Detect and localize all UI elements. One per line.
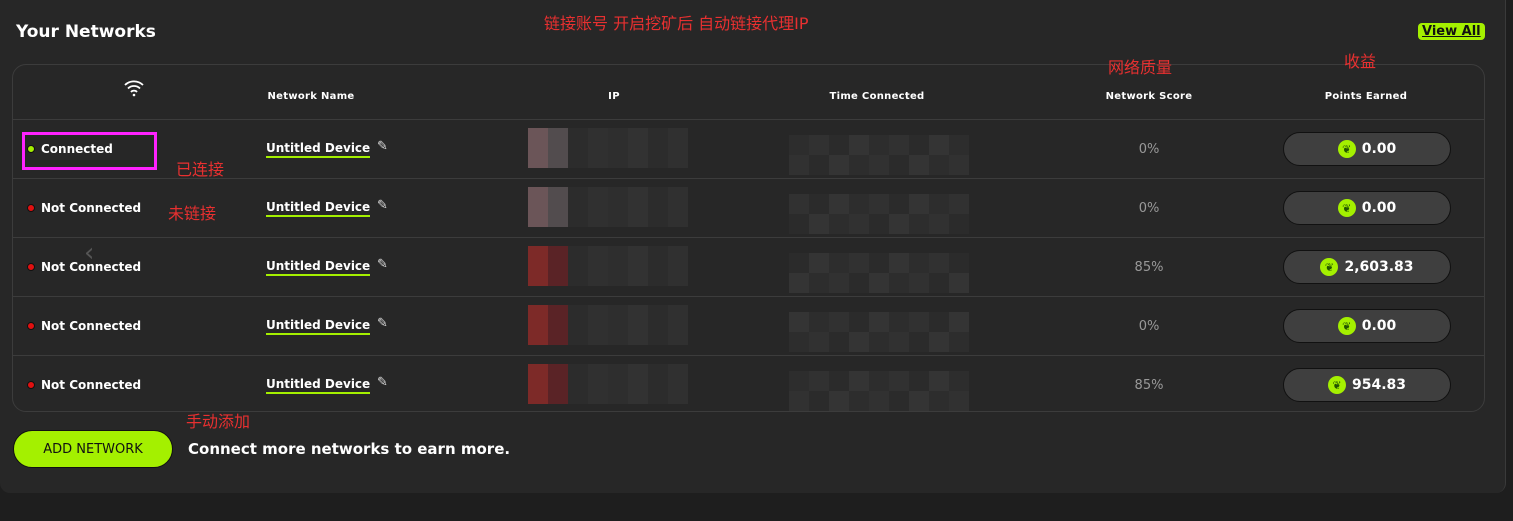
network-name-link[interactable]: Untitled Device bbox=[266, 259, 371, 276]
annotation-manual: 手动添加 bbox=[186, 412, 251, 431]
status-dot-icon bbox=[27, 322, 35, 330]
ip-redacted bbox=[528, 246, 688, 286]
networks-panel: Your Networks View All Network Name IP T… bbox=[0, 0, 1506, 493]
points-earned-pill: ❦ 0.00 bbox=[1283, 309, 1451, 343]
view-all-button[interactable]: View All bbox=[1418, 23, 1485, 40]
edit-pencil-icon[interactable]: ✎ bbox=[377, 198, 388, 213]
ip-redacted bbox=[528, 364, 688, 404]
table-row: Not Connected Untitled Device ✎ 85% ❦ 2,6… bbox=[13, 237, 1484, 296]
points-value: 0.00 bbox=[1361, 318, 1397, 334]
points-earned-pill: ❦ 0.00 bbox=[1283, 132, 1451, 166]
network-name-link[interactable]: Untitled Device bbox=[266, 318, 371, 335]
status-dot-icon bbox=[27, 204, 35, 212]
header-ip: IP bbox=[608, 91, 620, 102]
table-row: Not Connected Untitled Device ✎ 0% ❦ 0.00 bbox=[13, 178, 1484, 237]
network-score: 85% bbox=[1134, 260, 1164, 275]
edit-pencil-icon[interactable]: ✎ bbox=[377, 139, 388, 154]
time-connected-redacted bbox=[789, 135, 969, 175]
networks-table: Network Name IP Time Connected Network S… bbox=[12, 64, 1485, 412]
annotation-top: 链接账号 开启挖矿后 自动链接代理IP bbox=[544, 14, 809, 33]
table-row: Not Connected Untitled Device ✎ 0% ❦ 0.00 bbox=[13, 296, 1484, 355]
edit-pencil-icon[interactable]: ✎ bbox=[377, 316, 388, 331]
status-dot-icon bbox=[27, 381, 35, 389]
leaf-icon: ❦ bbox=[1337, 317, 1356, 335]
table-header: Network Name IP Time Connected Network S… bbox=[13, 65, 1484, 119]
header-time-connected: Time Connected bbox=[829, 91, 925, 102]
network-score: 85% bbox=[1134, 378, 1164, 393]
network-score: 0% bbox=[1138, 142, 1160, 157]
annotation-not-connected: 未链接 bbox=[168, 204, 217, 223]
network-name-link[interactable]: Untitled Device bbox=[266, 377, 371, 394]
chevron-left-icon[interactable]: ‹ bbox=[84, 238, 94, 268]
leaf-icon: ❦ bbox=[1327, 376, 1346, 394]
edit-pencil-icon[interactable]: ✎ bbox=[377, 257, 388, 272]
time-connected-redacted bbox=[789, 371, 969, 411]
annotation-connected: 已连接 bbox=[176, 160, 225, 179]
points-earned-pill: ❦ 2,603.83 bbox=[1283, 250, 1451, 284]
ip-redacted bbox=[528, 187, 688, 227]
points-value: 2,603.83 bbox=[1344, 259, 1414, 275]
points-value: 954.83 bbox=[1351, 377, 1407, 393]
edit-pencil-icon[interactable]: ✎ bbox=[377, 375, 388, 390]
wifi-icon bbox=[124, 80, 144, 97]
points-earned-pill: ❦ 954.83 bbox=[1283, 368, 1451, 402]
time-connected-redacted bbox=[789, 312, 969, 352]
highlight-box bbox=[22, 132, 157, 170]
time-connected-redacted bbox=[789, 194, 969, 234]
status-badge: Not Connected bbox=[27, 201, 141, 215]
points-value: 0.00 bbox=[1361, 200, 1397, 216]
status-label: Not Connected bbox=[41, 319, 142, 333]
points-value: 0.00 bbox=[1361, 141, 1397, 157]
network-name-link[interactable]: Untitled Device bbox=[266, 141, 371, 158]
page-title: Your Networks bbox=[16, 22, 156, 42]
add-network-button[interactable]: ADD NETWORK bbox=[13, 430, 173, 468]
header-points-earned: Points Earned bbox=[1324, 91, 1408, 102]
annotation-score: 网络质量 bbox=[1108, 58, 1173, 77]
annotation-points: 收益 bbox=[1344, 52, 1377, 71]
header-network-score: Network Score bbox=[1105, 91, 1193, 102]
points-earned-pill: ❦ 0.00 bbox=[1283, 191, 1451, 225]
leaf-icon: ❦ bbox=[1337, 140, 1356, 158]
status-dot-icon bbox=[27, 263, 35, 271]
network-score: 0% bbox=[1138, 319, 1160, 334]
ip-redacted bbox=[528, 305, 688, 345]
header-network-name: Network Name bbox=[267, 91, 355, 102]
status-badge: Not Connected bbox=[27, 378, 141, 392]
table-row: Connected Untitled Device ✎ 0% ❦ 0.00 bbox=[13, 119, 1484, 178]
status-label: Not Connected bbox=[41, 378, 142, 392]
add-network-hint: Connect more networks to earn more. bbox=[188, 440, 511, 458]
ip-redacted bbox=[528, 128, 688, 168]
table-row: Not Connected Untitled Device ✎ 85% ❦ 954… bbox=[13, 355, 1484, 414]
time-connected-redacted bbox=[789, 253, 969, 293]
network-score: 0% bbox=[1138, 201, 1160, 216]
leaf-icon: ❦ bbox=[1320, 258, 1339, 276]
leaf-icon: ❦ bbox=[1337, 199, 1356, 217]
status-badge: Not Connected bbox=[27, 319, 141, 333]
network-name-link[interactable]: Untitled Device bbox=[266, 200, 371, 217]
status-label: Not Connected bbox=[41, 201, 142, 215]
